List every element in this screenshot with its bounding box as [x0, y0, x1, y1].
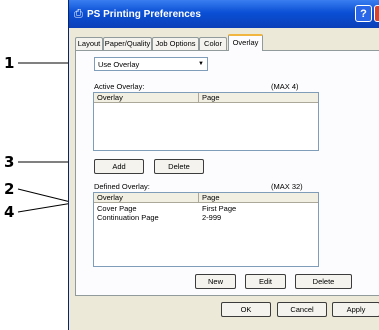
apply-button[interactable]: Apply	[332, 302, 379, 317]
defined-col-page[interactable]: Page	[199, 193, 318, 203]
callout-4: 4	[4, 203, 15, 221]
tab-paper-quality[interactable]: Paper/Quality	[103, 37, 152, 50]
chevron-down-icon[interactable]: ▼	[195, 58, 207, 70]
list-item-overlay[interactable]: Cover Page	[97, 204, 137, 213]
active-overlay-label: Active Overlay:	[94, 82, 145, 91]
printing-preferences-window: ⎙ PS Printing Preferences ? X Layout Pap…	[68, 0, 379, 330]
delete-active-button[interactable]: Delete	[154, 159, 204, 174]
delete-defined-button[interactable]: Delete	[295, 274, 352, 289]
tab-job-options[interactable]: Job Options	[152, 37, 199, 50]
tab-overlay[interactable]: Overlay	[228, 34, 263, 51]
close-button[interactable]: X	[374, 5, 379, 22]
callout-2: 2	[4, 180, 15, 198]
window-title: PS Printing Preferences	[87, 9, 201, 20]
defined-col-overlay[interactable]: Overlay	[94, 193, 199, 203]
active-col-overlay[interactable]: Overlay	[94, 93, 199, 103]
list-item-page[interactable]: 2-999	[202, 213, 221, 222]
list-item-overlay[interactable]: Continuation Page	[97, 213, 159, 222]
list-item-page[interactable]: First Page	[202, 204, 236, 213]
ok-button[interactable]: OK	[221, 302, 271, 317]
callout-3: 3	[4, 153, 15, 171]
overlay-mode-select[interactable]: Use Overlay ▼	[94, 57, 208, 71]
add-button[interactable]: Add	[94, 159, 144, 174]
tab-layout[interactable]: Layout	[75, 37, 103, 50]
defined-overlay-max: (MAX 32)	[271, 182, 303, 191]
callout-1: 1	[4, 54, 15, 72]
edit-button[interactable]: Edit	[245, 274, 286, 289]
active-overlay-max: (MAX 4)	[271, 82, 299, 91]
new-button[interactable]: New	[195, 274, 236, 289]
help-button[interactable]: ?	[355, 5, 372, 22]
defined-overlay-label: Defined Overlay:	[94, 182, 150, 191]
printer-icon: ⎙	[74, 8, 83, 20]
active-col-page[interactable]: Page	[199, 93, 318, 103]
active-overlay-list[interactable]: Overlay Page	[93, 92, 319, 151]
cancel-button[interactable]: Cancel	[277, 302, 327, 317]
tab-color[interactable]: Color	[199, 37, 227, 50]
defined-overlay-list[interactable]: Overlay Page Cover Page First Page Conti…	[93, 192, 319, 267]
overlay-mode-value: Use Overlay	[98, 60, 140, 69]
title-bar[interactable]: ⎙ PS Printing Preferences ? X	[69, 0, 379, 28]
